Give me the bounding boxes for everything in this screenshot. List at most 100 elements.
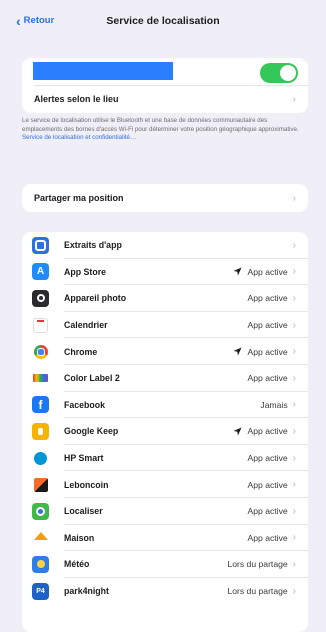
app-row[interactable]: A App Store App active › [22, 259, 308, 286]
app-status-text: App active [247, 479, 288, 490]
location-arrow-icon [232, 347, 242, 356]
app-name: Météo [64, 559, 90, 570]
chevron-right-icon: › [292, 505, 296, 517]
location-main-card: Alertes selon le lieu › [22, 58, 308, 113]
chevron-right-icon: › [292, 266, 296, 278]
app-name: Calendrier [64, 320, 108, 331]
location-services-label-redacted [33, 62, 173, 80]
app-status-text: Lors du partage [227, 586, 288, 597]
app-name: Maison [64, 532, 95, 543]
app-location-status: Lors du partage [227, 559, 287, 569]
app-name: Color Label 2 [64, 373, 120, 384]
app-location-status: App active [248, 293, 288, 303]
toggle-knob [280, 65, 296, 81]
app-row[interactable]: Appareil photo App active › [22, 285, 308, 312]
leboncoin-icon [32, 476, 49, 494]
app-row[interactable]: P4 park4night Lors du partage › [22, 578, 308, 605]
app-location-status: App active [248, 320, 288, 330]
chevron-right-icon: › [292, 425, 296, 437]
app-location-status: App active [248, 506, 288, 516]
app-status-text: Lors du partage [227, 559, 288, 570]
page-title: Service de localisation [106, 15, 220, 27]
share-location-row[interactable]: Partager ma position › [22, 184, 308, 212]
camera-icon [32, 289, 49, 307]
share-location-label: Partager ma position [34, 193, 124, 203]
chevron-right-icon: › [292, 532, 296, 544]
alerts-label: Alertes selon le lieu [34, 94, 119, 105]
app-name: Extraits d'app [64, 240, 122, 251]
app-store-icon: A [32, 263, 49, 281]
app-row[interactable]: Google Keep App active › [22, 418, 308, 445]
app-status-text: App active [247, 453, 288, 464]
app-row[interactable]: f Facebook Jamais › [22, 392, 308, 419]
color-label-icon [32, 369, 49, 387]
chevron-right-icon: › [292, 399, 296, 411]
app-location-status: App active [232, 346, 288, 357]
app-location-status: App active [248, 453, 288, 463]
app-status-text: App active [247, 506, 288, 517]
app-name: Google Keep [64, 426, 119, 437]
alerts-row[interactable]: Alertes selon le lieu › [22, 86, 308, 113]
app-row[interactable]: Météo Lors du partage › [22, 551, 308, 578]
app-status-text: App active [247, 293, 288, 304]
app-status-text: Jamais [260, 399, 288, 410]
location-arrow-icon [232, 267, 242, 276]
app-status-text: App active [247, 266, 288, 277]
home-icon [32, 529, 49, 547]
app-status-text: App active [247, 320, 288, 331]
app-location-status: App active [232, 426, 288, 437]
share-location-card: Partager ma position › [22, 184, 308, 212]
chevron-right-icon: › [292, 292, 296, 304]
chevron-right-icon: › [292, 192, 296, 204]
app-status-text: App active [247, 532, 288, 543]
location-explanation: Le service de localisation utilise le Bl… [22, 117, 307, 143]
app-status-text: App active [247, 346, 288, 357]
chevron-right-icon: › [292, 93, 296, 105]
app-row[interactable]: Calendrier App active › [22, 312, 308, 339]
facebook-icon: f [32, 396, 49, 414]
app-row[interactable]: Leboncoin App active › [22, 471, 308, 498]
apps-list: Extraits d'app › A App Store App active › Appa… [22, 232, 308, 632]
app-status-text: App active [247, 373, 288, 384]
explanation-text: Le service de localisation utilise le Bl… [22, 117, 299, 133]
calendar-icon [32, 316, 49, 334]
privacy-link[interactable]: Service de localisation et confidentiali… [22, 134, 136, 141]
app-location-status: Lors du partage [227, 586, 287, 596]
app-name: Appareil photo [64, 293, 127, 304]
chrome-icon [32, 343, 49, 361]
app-row[interactable]: HP Smart App active › [22, 445, 308, 472]
app-row[interactable]: Maison App active › [22, 525, 308, 552]
app-location-status: App active [248, 533, 288, 543]
app-row[interactable]: Color Label 2 App active › [22, 365, 308, 392]
app-row[interactable]: Localiser App active › [22, 498, 308, 525]
app-row[interactable]: Extraits d'app › [22, 232, 308, 259]
app-name: Localiser [64, 506, 103, 517]
chevron-right-icon: › [292, 452, 296, 464]
app-name: App Store [64, 266, 107, 277]
chevron-right-icon: › [292, 479, 296, 491]
weather-icon [32, 555, 49, 573]
app-row[interactable]: Chrome App active › [22, 338, 308, 365]
location-arrow-icon [232, 427, 242, 436]
navigation-bar: ‹ Retour Service de localisation [0, 0, 326, 44]
park4night-icon: P4 [32, 582, 49, 600]
location-services-toggle[interactable] [260, 63, 298, 83]
chevron-right-icon: › [292, 372, 296, 384]
app-location-status: App active [248, 480, 288, 490]
find-my-icon [32, 502, 49, 520]
app-name: Chrome [64, 346, 98, 357]
app-status-text: App active [247, 426, 288, 437]
app-name: Facebook [64, 399, 106, 410]
chevron-right-icon: › [292, 558, 296, 570]
app-name: Leboncoin [64, 479, 109, 490]
hp-smart-icon [32, 449, 49, 467]
app-location-status: App active [232, 266, 288, 277]
app-location-status: App active [248, 373, 288, 383]
chevron-right-icon: › [292, 319, 296, 331]
chevron-right-icon: › [292, 239, 296, 251]
app-location-status: Jamais [260, 400, 287, 410]
app-name: park4night [64, 586, 109, 597]
app-clips-icon [32, 236, 49, 254]
app-name: HP Smart [64, 453, 104, 464]
chevron-right-icon: › [292, 346, 296, 358]
